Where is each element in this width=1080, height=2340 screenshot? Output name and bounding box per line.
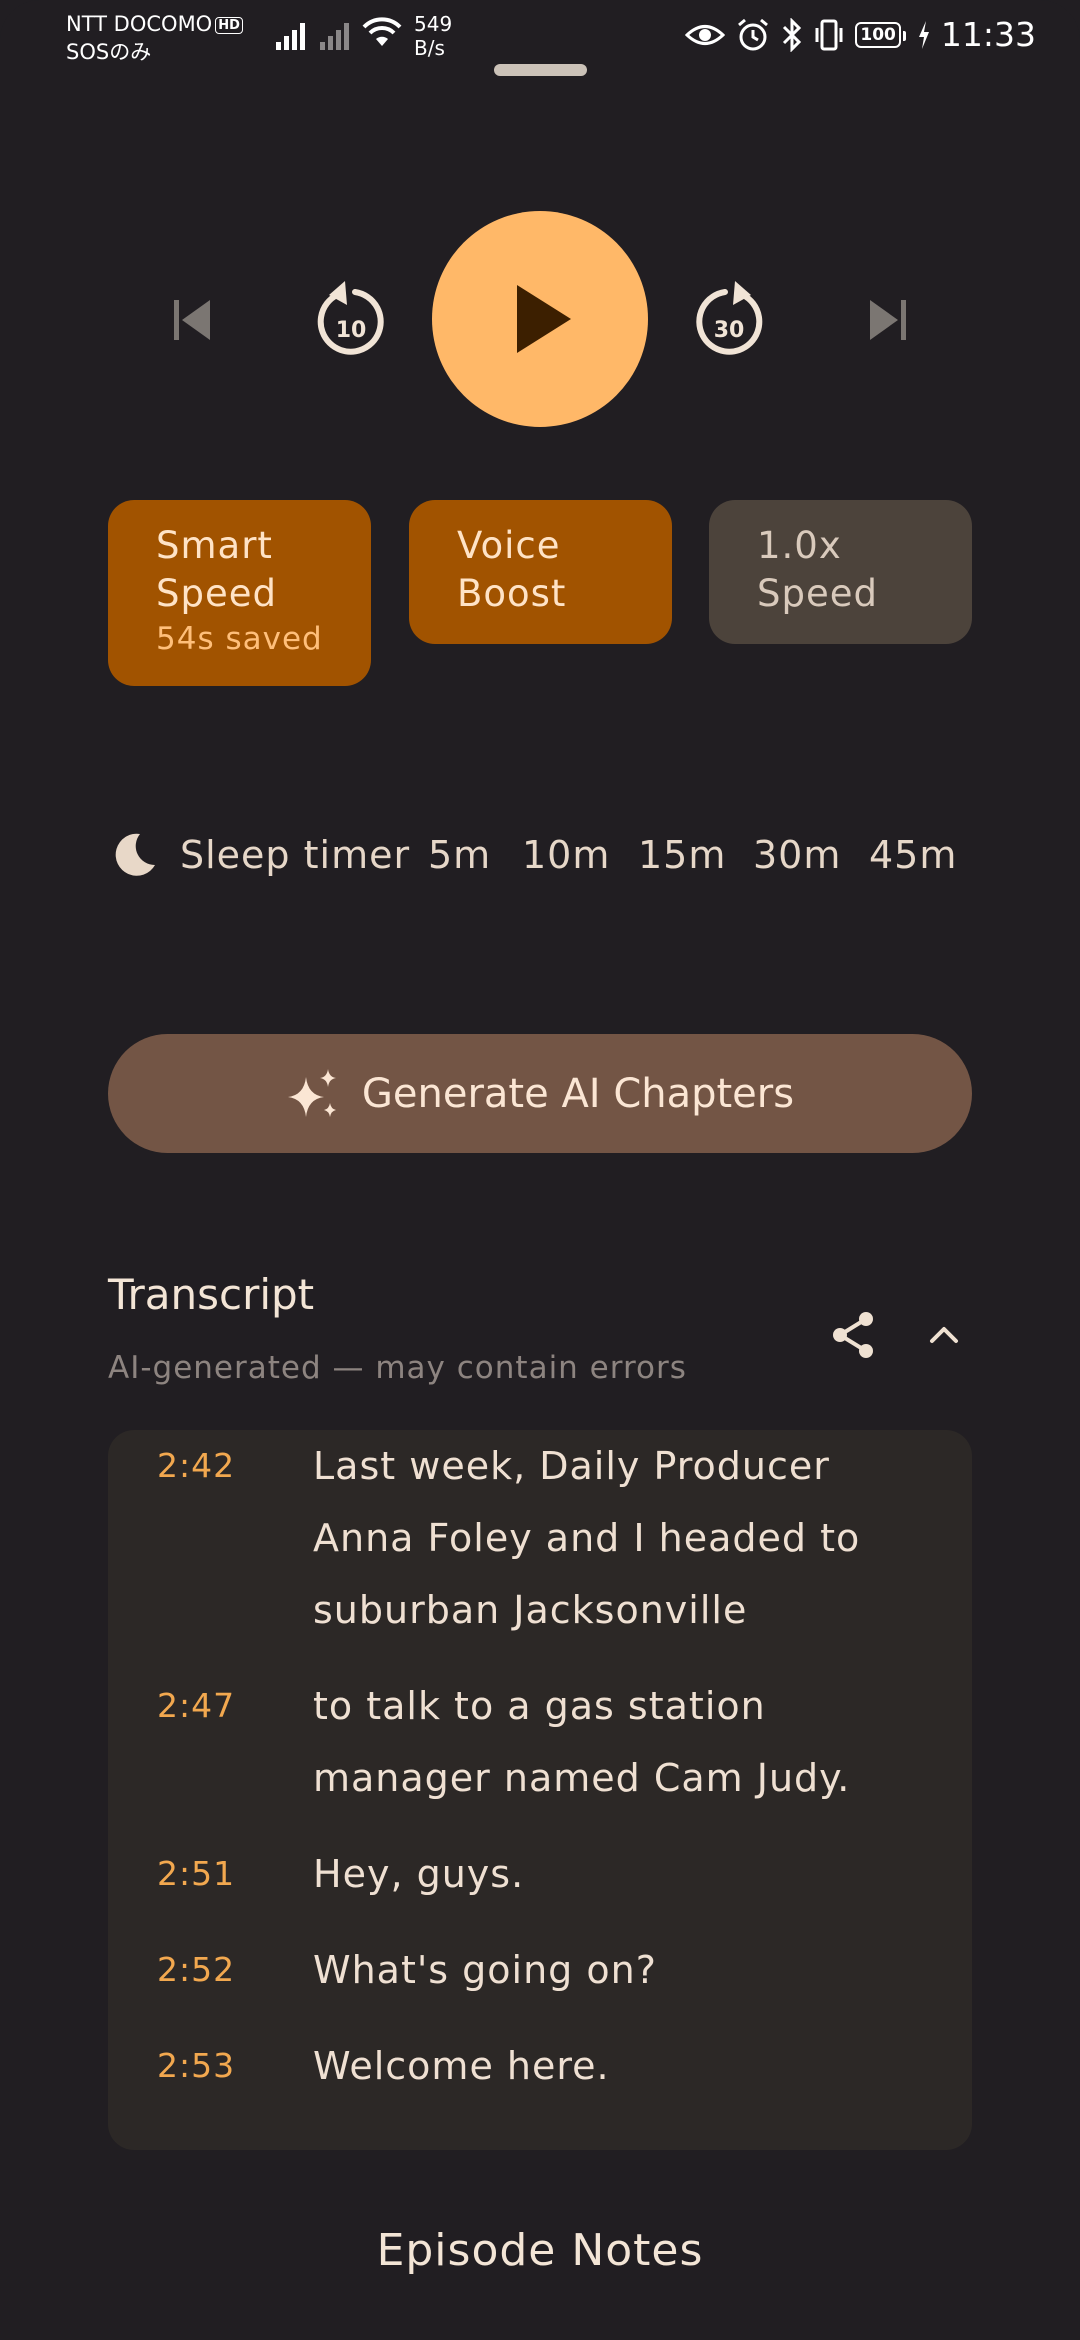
skip-next-icon (870, 300, 906, 340)
moon-icon (115, 833, 155, 876)
transcript-text: Hey, guys. (313, 1852, 525, 1896)
net-speed-unit: B/s (414, 36, 445, 60)
previous-episode-button[interactable] (160, 284, 224, 356)
share-icon (833, 1312, 873, 1358)
transcript-text: Last week, Daily Producer Anna Foley and… (313, 1444, 861, 1632)
generate-ai-chapters-label: Generate AI Chapters (361, 1070, 795, 1117)
forward-30-icon: 30 (696, 281, 763, 355)
skip-forward-button[interactable]: 30 (686, 270, 776, 370)
generate-ai-chapters-button[interactable]: Generate AI Chapters (108, 1034, 972, 1153)
player-sheet: NTT DOCOMO HD SOSのみ 549 B/s 100 11:33 10… (0, 0, 1080, 2340)
transcript-list[interactable]: 2:42 Last week, Daily Producer Anna Fole… (108, 1430, 972, 2150)
signal-icon (276, 14, 305, 50)
drag-handle[interactable] (494, 64, 587, 76)
sleep-option-15m[interactable]: 15m (638, 833, 726, 877)
status-icons: 100 11:33 (685, 12, 1036, 58)
wifi-icon (362, 17, 402, 46)
skip-back-seconds: 10 (336, 318, 367, 343)
chevron-up-icon (930, 1327, 958, 1343)
transcript-title: Transcript (108, 1270, 315, 1319)
sleep-timer-row: Sleep timer 5m 10m 15m 30m 45m (110, 825, 980, 885)
smart-speed-chip[interactable]: Smart Speed 54s saved (108, 500, 371, 686)
smart-speed-line1: Smart (156, 524, 273, 567)
share-transcript-button[interactable] (826, 1307, 882, 1363)
battery-indicator: 100 (855, 22, 906, 48)
hd-badge: HD (215, 16, 243, 34)
vibrate-icon (815, 19, 843, 51)
voice-boost-line1: Voice (457, 524, 561, 567)
sleep-option-30m[interactable]: 30m (753, 833, 841, 877)
transcript-timestamp[interactable]: 2:52 (157, 1934, 235, 2006)
carrier-sub: SOSのみ (66, 40, 152, 64)
voice-boost-line2: Boost (457, 572, 567, 615)
alarm-icon (738, 18, 769, 51)
episode-notes-title: Episode Notes (376, 2225, 704, 2276)
next-episode-button[interactable] (856, 284, 920, 356)
signal-no-sim-icon (320, 14, 349, 50)
transcript-timestamp[interactable]: 2:47 (157, 1670, 235, 1742)
replay-10-icon: 10 (317, 281, 384, 355)
transcript-timestamp[interactable]: 2:42 (157, 1430, 235, 1502)
transcript-timestamp[interactable]: 2:51 (157, 1838, 235, 1910)
playback-speed-line2: Speed (757, 572, 878, 615)
skip-forward-seconds: 30 (714, 318, 745, 343)
transcript-text: Welcome here. (313, 2044, 610, 2088)
sleep-option-10m[interactable]: 10m (522, 833, 610, 877)
carrier-name: NTT DOCOMO (66, 12, 213, 36)
clock: 11:33 (940, 15, 1036, 54)
net-speed-value: 549 (414, 12, 453, 36)
collapse-transcript-button[interactable] (916, 1307, 972, 1363)
skip-previous-icon (174, 300, 210, 340)
eye-icon (685, 25, 726, 45)
bluetooth-icon (783, 18, 802, 52)
smart-speed-line2: Speed (156, 572, 277, 615)
skip-back-button[interactable]: 10 (304, 270, 394, 370)
playback-speed-chip[interactable]: 1.0x Speed (709, 500, 972, 644)
play-icon (517, 285, 571, 353)
status-bar: NTT DOCOMO HD SOSのみ 549 B/s 100 11:33 (0, 0, 1080, 70)
transcript-text: What's going on? (313, 1948, 657, 1992)
transcript-text: to talk to a gas station manager named C… (313, 1684, 851, 1800)
carrier-info: NTT DOCOMO HD SOSのみ (66, 10, 243, 66)
sparkle-icon (287, 1068, 336, 1117)
sleep-timer-label: Sleep timer (180, 833, 411, 877)
transcript-timestamp[interactable]: 2:53 (157, 2030, 235, 2102)
net-speed: 549 B/s (414, 12, 452, 60)
charging-icon (918, 21, 929, 49)
voice-boost-chip[interactable]: Voice Boost (409, 500, 672, 644)
smart-speed-saved: 54s saved (156, 621, 323, 657)
sleep-option-5m[interactable]: 5m (428, 833, 491, 877)
play-button[interactable] (432, 211, 648, 427)
sleep-option-45m[interactable]: 45m (869, 833, 957, 877)
transcript-subtitle: AI-generated — may contain errors (108, 1350, 687, 1386)
playback-speed-line1: 1.0x (757, 524, 842, 567)
